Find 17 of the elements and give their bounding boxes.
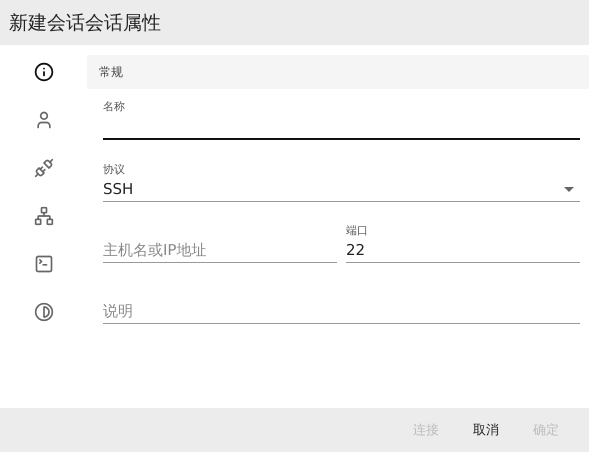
info-icon [34, 62, 54, 82]
contrast-icon [34, 302, 54, 322]
plug-icon [34, 158, 54, 178]
network-icon [34, 206, 54, 226]
select-value: SSH [103, 180, 134, 198]
field-label: 协议 [103, 163, 126, 177]
terminal-icon [34, 254, 54, 274]
window-title: 新建会话会话属性 [9, 10, 161, 36]
protocol-select[interactable]: 协议 SSH [103, 156, 580, 202]
field-label: 名称 [103, 100, 126, 114]
text-field[interactable]: 说明 [103, 299, 580, 324]
text-field[interactable]: 22 [346, 238, 580, 263]
field-label: 端口 [346, 224, 369, 238]
text-field[interactable]: 主机名或IP地址 [103, 238, 337, 263]
dropdown-caret-icon [564, 186, 574, 192]
section-title: 常规 [99, 64, 123, 80]
dialog-button[interactable]: 取消 [459, 415, 513, 445]
